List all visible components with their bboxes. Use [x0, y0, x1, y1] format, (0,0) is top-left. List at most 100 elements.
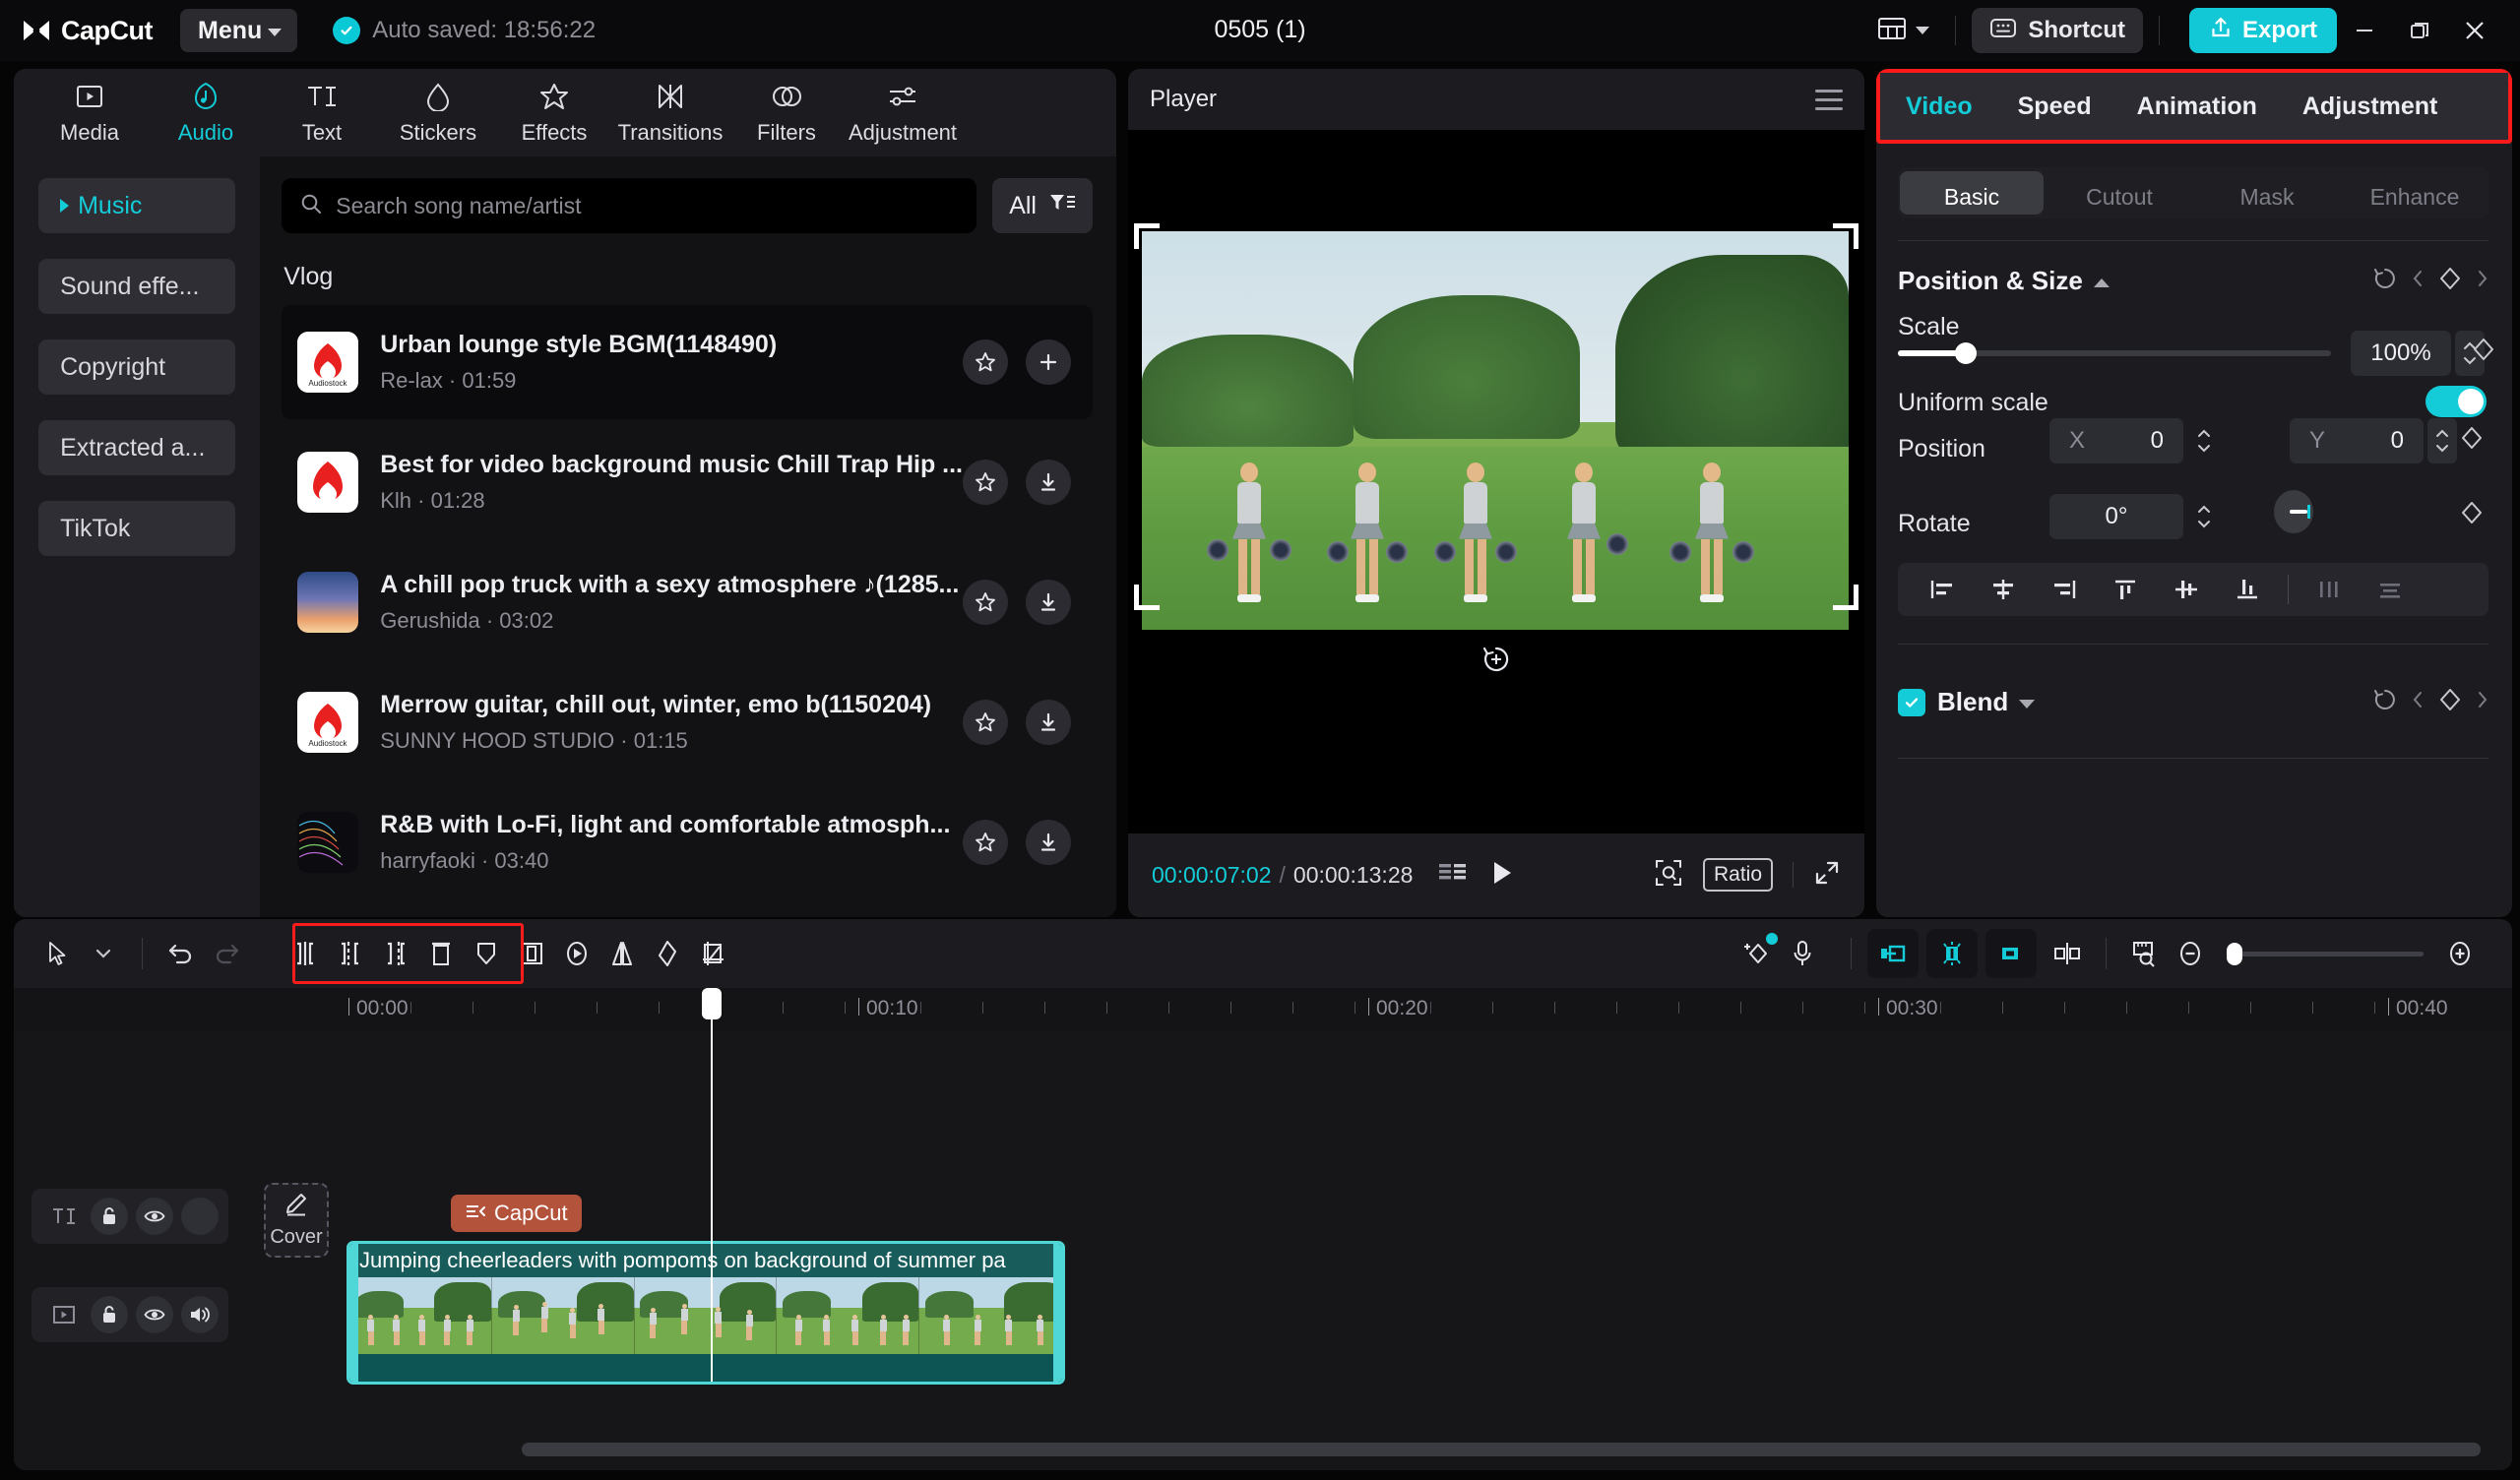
- minimize-button[interactable]: [2337, 7, 2392, 54]
- tab-stickers[interactable]: Stickers: [380, 80, 496, 146]
- rotate-value-field[interactable]: 0°: [2049, 494, 2183, 539]
- zoom-slider[interactable]: [2227, 952, 2424, 956]
- align-center-horizontal-icon[interactable]: [1973, 568, 2034, 611]
- align-right-icon[interactable]: [2034, 568, 2095, 611]
- favorite-star-icon[interactable]: [963, 580, 1008, 625]
- split-track-icon[interactable]: [2045, 931, 2090, 976]
- sidebar-item-copyright[interactable]: Copyright: [38, 339, 235, 395]
- search-box[interactable]: [282, 178, 976, 233]
- zoom-in-icon[interactable]: [2437, 931, 2483, 976]
- crop-handle-tl2[interactable]: [1134, 223, 1139, 249]
- list-item[interactable]: R&B with Lo-Fi, light and comfortable at…: [282, 785, 1093, 899]
- eye-icon[interactable]: [136, 1296, 173, 1333]
- align-top-icon[interactable]: [2095, 568, 2156, 611]
- select-arrow-icon[interactable]: [35, 931, 81, 976]
- tab-audio[interactable]: Audio: [148, 80, 264, 146]
- align-center-vertical-icon[interactable]: [2156, 568, 2217, 611]
- tab-transitions[interactable]: Transitions: [612, 80, 728, 146]
- blend-checkbox[interactable]: [1898, 689, 1925, 716]
- trim-left-icon[interactable]: [328, 931, 373, 976]
- keyframe-diamond-icon[interactable]: [2459, 500, 2485, 530]
- clip-handle-left[interactable]: [349, 1244, 358, 1382]
- playhead[interactable]: [711, 988, 713, 1382]
- list-item[interactable]: A chill pop truck with a sexy atmosphere…: [282, 545, 1093, 659]
- favorite-star-icon[interactable]: [963, 820, 1008, 865]
- tab-adjustment[interactable]: Adjustment: [845, 80, 961, 146]
- filter-button[interactable]: All: [992, 178, 1093, 233]
- speaker-icon[interactable]: [181, 1296, 219, 1333]
- chevron-up-icon[interactable]: [2094, 278, 2110, 287]
- crop-icon[interactable]: [690, 931, 735, 976]
- subtab-enhance[interactable]: Enhance: [2343, 171, 2487, 215]
- align-left-icon[interactable]: [1912, 568, 1973, 611]
- tab-animation[interactable]: Animation: [2137, 92, 2257, 121]
- undo-icon[interactable]: [158, 931, 204, 976]
- redo-icon[interactable]: [204, 931, 249, 976]
- crop-handle-bl2[interactable]: [1134, 585, 1139, 610]
- playhead-handle[interactable]: [702, 988, 722, 1019]
- download-icon[interactable]: [1026, 580, 1071, 625]
- favorite-star-icon[interactable]: [963, 339, 1008, 385]
- frame-list-icon[interactable]: [1438, 861, 1468, 890]
- tab-video[interactable]: Video: [1906, 92, 1973, 121]
- maximize-button[interactable]: [2392, 7, 2447, 54]
- sidebar-item-extracted-audio[interactable]: Extracted a...: [38, 420, 235, 475]
- rotate-stepper[interactable]: [2189, 494, 2219, 539]
- sidebar-item-sound-effects[interactable]: Sound effe...: [38, 259, 235, 314]
- keyframe-next-icon[interactable]: [2477, 269, 2488, 293]
- add-to-timeline-icon[interactable]: [1026, 339, 1071, 385]
- tab-speed[interactable]: Speed: [2018, 92, 2092, 121]
- mirror-icon[interactable]: [599, 931, 645, 976]
- zoom-fit-icon[interactable]: [1654, 858, 1683, 893]
- video-clip[interactable]: Jumping cheerleaders with pompoms on bac…: [346, 1241, 1065, 1385]
- download-icon[interactable]: [1026, 820, 1071, 865]
- rotate-icon[interactable]: [645, 931, 690, 976]
- mask-icon[interactable]: [464, 931, 509, 976]
- keyframe-diamond-icon[interactable]: [2471, 337, 2496, 367]
- export-button[interactable]: Export: [2189, 8, 2337, 53]
- keyframe-next-icon[interactable]: [2477, 690, 2488, 714]
- ratio-button[interactable]: Ratio: [1703, 858, 1773, 892]
- scale-value-field[interactable]: 100%: [2351, 331, 2451, 376]
- favorite-star-icon[interactable]: [963, 700, 1008, 745]
- ruler-icon[interactable]: [2122, 931, 2168, 976]
- keyframe-prev-icon[interactable]: [2412, 690, 2424, 714]
- shortcut-button[interactable]: Shortcut: [1972, 8, 2143, 53]
- scale-slider-knob[interactable]: [1955, 342, 1977, 364]
- split-icon[interactable]: [283, 931, 328, 976]
- snap-center-icon[interactable]: [1926, 929, 1978, 978]
- chevron-down-icon[interactable]: [2019, 700, 2035, 709]
- subtab-basic[interactable]: Basic: [1900, 171, 2044, 215]
- tab-media[interactable]: Media: [32, 80, 148, 146]
- subtab-cutout[interactable]: Cutout: [2048, 171, 2191, 215]
- text-clip[interactable]: CapCut: [451, 1195, 582, 1232]
- keyframe-icon[interactable]: [1734, 931, 1780, 976]
- tab-filters[interactable]: Filters: [728, 80, 845, 146]
- download-icon[interactable]: [1026, 460, 1071, 505]
- keyframe-diamond-icon[interactable]: [2459, 425, 2485, 456]
- position-x-stepper[interactable]: [2189, 418, 2219, 463]
- subtab-mask[interactable]: Mask: [2195, 171, 2339, 215]
- snap-start-icon[interactable]: [1867, 929, 1919, 978]
- layout-button[interactable]: [1867, 10, 1939, 52]
- list-item[interactable]: Audiostock Merrow guitar, chill out, win…: [282, 665, 1093, 779]
- reverse-icon[interactable]: [554, 931, 599, 976]
- sidebar-item-music[interactable]: Music: [38, 178, 235, 233]
- reset-rotate-icon[interactable]: [1480, 644, 1512, 680]
- align-bottom-icon[interactable]: [2217, 568, 2278, 611]
- sidebar-item-tiktok[interactable]: TikTok: [38, 501, 235, 556]
- menu-button[interactable]: Menu: [180, 9, 297, 52]
- delete-icon[interactable]: [418, 931, 464, 976]
- distribute-vertical-icon[interactable]: [2360, 568, 2421, 611]
- list-item[interactable]: Best for video background music Chill Tr…: [282, 425, 1093, 539]
- crop-handle-br2[interactable]: [1854, 585, 1858, 610]
- freeze-icon[interactable]: [509, 931, 554, 976]
- reset-icon[interactable]: [2372, 266, 2398, 296]
- distribute-horizontal-icon[interactable]: [2299, 568, 2360, 611]
- tab-adjustment[interactable]: Adjustment: [2302, 92, 2438, 121]
- list-item[interactable]: Audiostock Urban lounge style BGM(114849…: [282, 305, 1093, 419]
- keyframe-diamond-icon[interactable]: [2437, 266, 2463, 296]
- timeline-ruler[interactable]: 00:00 00:10 00:20 00:30 00:40: [14, 988, 2512, 1031]
- tab-text[interactable]: Text: [264, 80, 380, 146]
- horizontal-scrollbar[interactable]: [522, 1443, 2481, 1456]
